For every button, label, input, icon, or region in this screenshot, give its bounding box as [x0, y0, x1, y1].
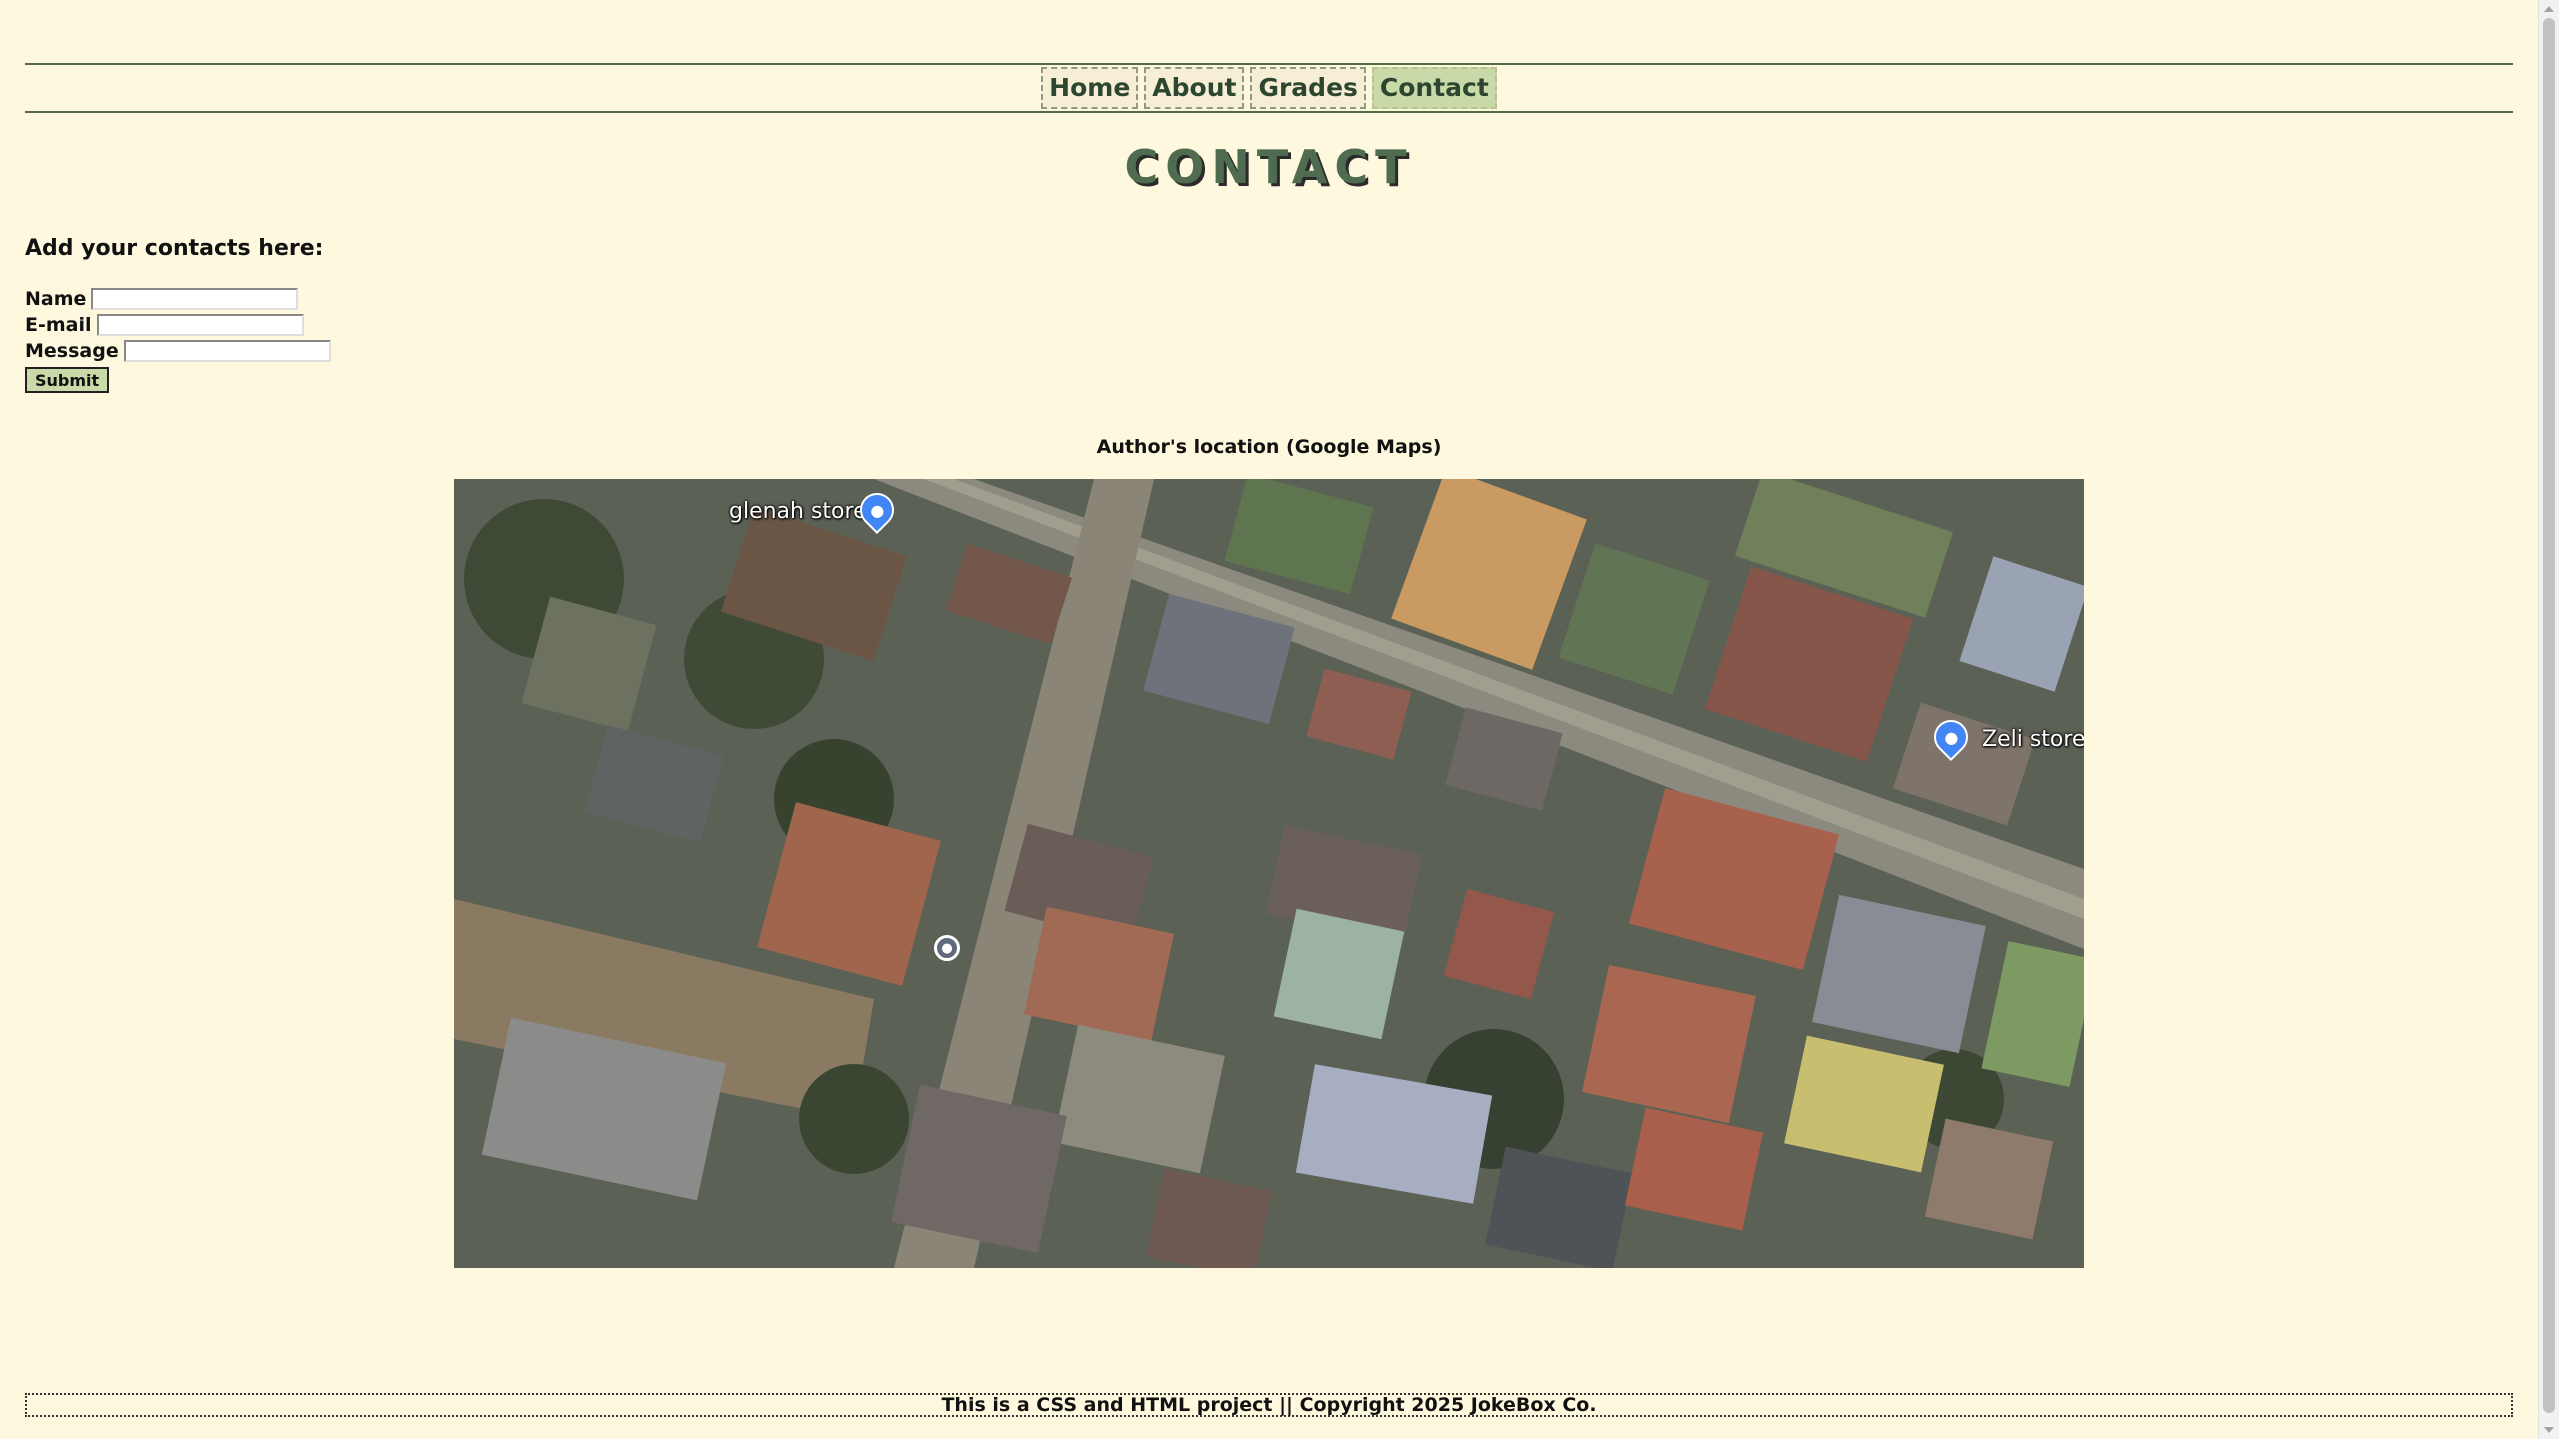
nav-contact-link[interactable]: Contact: [1371, 67, 1497, 109]
page-title: CONTACT: [1124, 140, 1414, 194]
name-input[interactable]: [91, 288, 299, 310]
name-label: Name: [25, 288, 87, 310]
name-row: Name: [25, 288, 299, 310]
scroll-up-icon[interactable]: [2544, 6, 2554, 12]
map-place-label: Zeli store: [1982, 727, 2084, 752]
scroll-thumb[interactable]: [2543, 18, 2555, 1413]
nav-about-link[interactable]: About: [1144, 67, 1245, 109]
satellite-map[interactable]: glenah store ● ● Zeli store ●: [454, 479, 2084, 1268]
message-row: Message: [25, 340, 331, 362]
location-pin-icon[interactable]: ●: [934, 935, 960, 961]
scroll-down-icon[interactable]: [2544, 1427, 2554, 1433]
map-caption: Author's location (Google Maps): [1096, 436, 1442, 458]
email-input[interactable]: [96, 314, 304, 336]
vertical-scrollbar[interactable]: [2538, 0, 2559, 1439]
submit-button[interactable]: Submit: [25, 367, 110, 393]
nav-home-link[interactable]: Home: [1041, 67, 1139, 109]
satellite-imagery: [454, 479, 2084, 1268]
email-row: E-mail: [25, 314, 304, 336]
email-label: E-mail: [25, 314, 92, 336]
nav-grades-link[interactable]: Grades: [1250, 67, 1366, 109]
message-label: Message: [25, 340, 119, 362]
page: Home About Grades Contact CONTACT Add yo…: [0, 0, 2559, 1439]
form-heading: Add your contacts here:: [25, 236, 324, 261]
map-place-label: glenah store: [729, 499, 867, 524]
footer: This is a CSS and HTML project || Copyri…: [25, 1393, 2513, 1417]
nav-bar: Home About Grades Contact: [25, 63, 2513, 113]
message-input[interactable]: [123, 340, 331, 362]
